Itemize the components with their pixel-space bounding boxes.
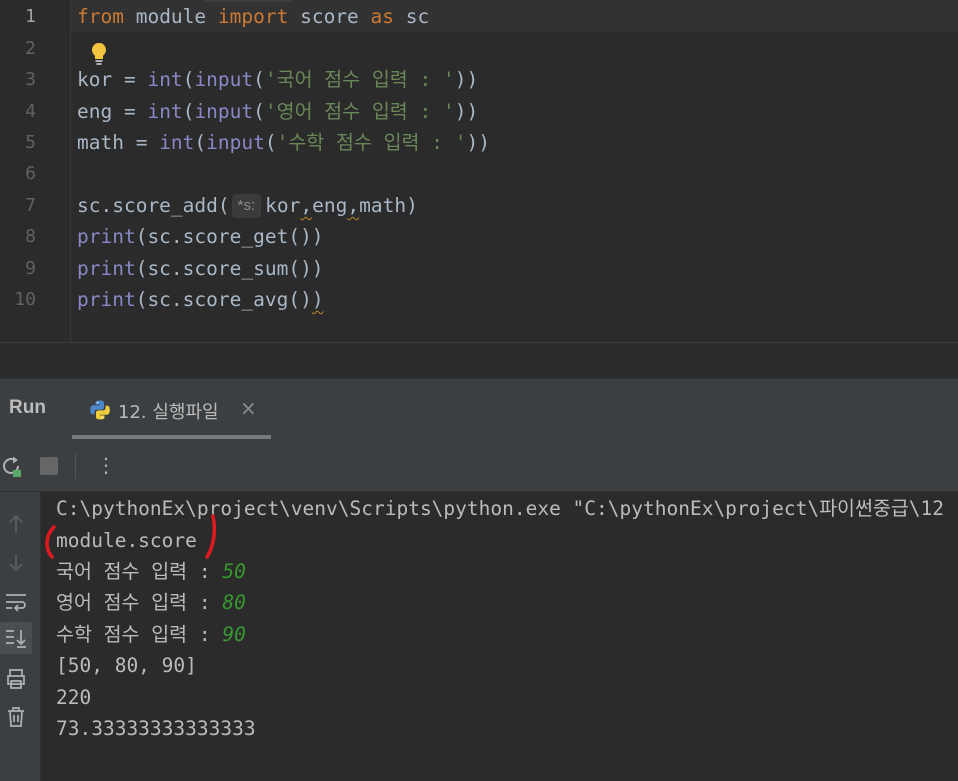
line-number: 6 [25, 163, 36, 184]
paren: ( [253, 100, 265, 123]
code-line-9[interactable]: print(sc.score_sum()) [77, 253, 324, 285]
paren: ( [194, 131, 207, 154]
line-number: 10 [14, 289, 36, 310]
line-number: 4 [25, 101, 36, 122]
call-args: (sc.score_sum()) [135, 257, 324, 280]
line-number: 2 [25, 38, 36, 59]
builtin-call: int [147, 100, 183, 123]
builtin-call: print [77, 288, 136, 311]
argument: kor [265, 194, 301, 217]
paren: )) [454, 68, 479, 91]
console-output[interactable]: C:\pythonEx\project\venv\Scripts\python.… [41, 492, 958, 781]
paren: ( [182, 100, 195, 123]
code-editor[interactable]: 1 2 3 4 5 6 7 8 9 10 from module import … [0, 0, 958, 342]
scroll-to-end-icon[interactable] [4, 626, 28, 650]
call-args: (sc.score_get()) [135, 225, 324, 248]
argument: eng [312, 194, 348, 217]
code-line-7[interactable]: sc.score_add(*s: kor,eng,math) [77, 190, 418, 222]
builtin-call: int [147, 68, 183, 91]
paren: ( [253, 68, 265, 91]
soft-wrap-icon[interactable] [4, 590, 28, 614]
string-literal: '수학 점수 입력 : ' [276, 131, 467, 154]
run-tool-window-header: Run 12. 실행파일 × [0, 378, 958, 441]
run-toolbar: ⋮ [0, 441, 958, 492]
prompt-text: 국어 점수 입력 : [56, 560, 223, 583]
line-number: 1 [25, 6, 36, 27]
code-line-5[interactable]: math = int(input('수학 점수 입력 : ')) [77, 127, 490, 159]
assignment: kor = [77, 68, 148, 91]
warning-comma: , [300, 194, 313, 217]
console-line: 영어 점수 입력 : 80 [56, 587, 246, 618]
line-number: 7 [25, 195, 36, 216]
builtin-call: int [159, 131, 195, 154]
code-line-8[interactable]: print(sc.score_get()) [77, 221, 324, 253]
builtin-call: print [77, 257, 136, 280]
warning-comma: , [347, 194, 360, 217]
builtin-call: input [194, 68, 254, 91]
call-args: (sc.score_avg() [135, 288, 312, 311]
argument: math) [359, 194, 418, 217]
paren: )) [466, 131, 490, 154]
line-number: 8 [25, 226, 36, 247]
console-line: module.score [56, 529, 197, 552]
line-number: 9 [25, 258, 36, 279]
paren: )) [454, 100, 479, 123]
console-line: [50, 80, 90] [56, 654, 197, 677]
trash-icon[interactable] [4, 705, 28, 729]
console-side-toolbar [0, 492, 41, 781]
lightbulb-icon[interactable] [88, 40, 110, 66]
arrow-up-icon[interactable] [4, 512, 28, 536]
alias-name: sc [394, 5, 430, 28]
rerun-icon[interactable] [0, 454, 24, 478]
print-icon[interactable] [4, 667, 28, 691]
gutter-divider [70, 0, 71, 342]
user-input: 90 [222, 623, 246, 646]
code-line-3[interactable]: kor = int(input('국어 점수 입력 : ')) [77, 64, 478, 96]
run-title: Run [9, 397, 46, 418]
import-name: score [288, 5, 371, 28]
stop-icon[interactable] [40, 457, 58, 475]
builtin-call: input [194, 100, 254, 123]
module-name: module [123, 5, 218, 28]
python-icon [90, 400, 110, 420]
prompt-text: 수학 점수 입력 : [56, 623, 223, 646]
string-literal: '국어 점수 입력 : ' [264, 68, 455, 91]
paren: ( [264, 131, 277, 154]
code-line-4[interactable]: eng = int(input('영어 점수 입력 : ')) [77, 96, 478, 128]
user-input: 80 [222, 591, 246, 614]
line-number: 5 [25, 132, 36, 153]
warning-paren: ) [311, 288, 324, 311]
keyword: as [370, 5, 395, 28]
keyword: import [217, 5, 289, 28]
close-icon[interactable]: × [240, 396, 257, 420]
console-line: 국어 점수 입력 : 50 [56, 556, 246, 587]
parameter-hint: *s: [231, 194, 262, 218]
line-number: 3 [25, 69, 36, 90]
prompt-text: 영어 점수 입력 : [56, 591, 223, 614]
arrow-down-icon[interactable] [4, 550, 28, 574]
console-line: 수학 점수 입력 : 90 [56, 619, 246, 650]
panel-divider[interactable] [0, 342, 958, 379]
console-line: C:\pythonEx\project\venv\Scripts\python.… [56, 497, 945, 520]
line-number-gutter: 1 2 3 4 5 6 7 8 9 10 [0, 0, 70, 342]
console-line: 73.33333333333333 [56, 717, 256, 740]
assignment: math = [77, 131, 160, 154]
string-literal: '영어 점수 입력 : ' [264, 100, 455, 123]
code-line-1[interactable]: from module import score as sc [77, 1, 429, 33]
builtin-call: input [206, 131, 265, 154]
builtin-call: print [77, 225, 136, 248]
run-tab[interactable]: 12. 실행파일 × [72, 379, 271, 441]
code-line-10[interactable]: print(sc.score_avg()) [77, 284, 324, 316]
console-line: 220 [56, 686, 92, 709]
user-input: 50 [222, 560, 246, 583]
run-tab-label: 12. 실행파일 [118, 402, 219, 423]
assignment: eng = [77, 100, 148, 123]
method-call: sc.score_add( [77, 194, 230, 217]
keyword: from [77, 5, 124, 28]
more-options-icon[interactable]: ⋮ [96, 453, 116, 477]
active-tab-indicator [72, 435, 271, 439]
paren: ( [182, 68, 195, 91]
toolbar-separator [75, 453, 76, 479]
